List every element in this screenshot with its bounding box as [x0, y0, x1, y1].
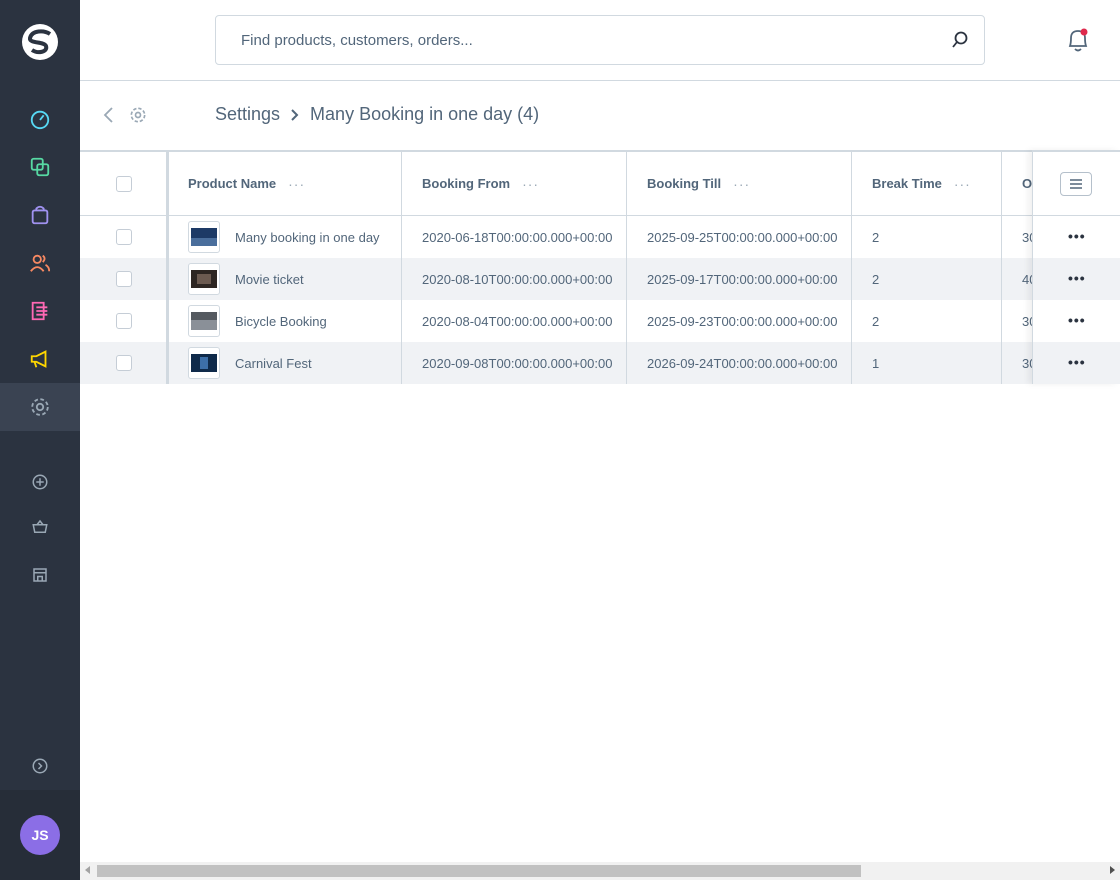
truncated-value: 30 [1022, 313, 1032, 329]
marketing-icon [30, 350, 47, 368]
table-row[interactable]: Carnival Fest 2020-09-08T00:00:00.000+00… [80, 342, 1120, 384]
scroll-left-arrow-icon[interactable] [85, 866, 90, 874]
nav-catalog[interactable] [0, 143, 80, 191]
avatar[interactable]: JS [20, 815, 60, 855]
select-all-checkbox[interactable] [116, 175, 132, 192]
column-divider [1001, 150, 1002, 384]
sidebar: JS [0, 0, 80, 880]
nav-customers[interactable] [0, 239, 80, 287]
column-menu-icon[interactable]: ··· [522, 176, 539, 192]
nav-headless[interactable] [0, 551, 80, 599]
nav-orders[interactable] [0, 191, 80, 239]
truncated-value: 30 [1022, 355, 1032, 371]
nav-dashboard[interactable] [0, 95, 80, 143]
gear-icon [130, 107, 146, 123]
search-input[interactable]: Find products, customers, orders... [215, 15, 985, 65]
truncated-value: 30 [1022, 229, 1032, 245]
product-name[interactable]: Movie ticket [235, 272, 304, 287]
column-divider [626, 150, 627, 384]
sidebar-expand-button[interactable] [0, 742, 80, 790]
column-divider [851, 150, 852, 384]
product-image [191, 270, 217, 288]
booking-till: 2025-09-17T00:00:00.000+00:00 [647, 271, 838, 287]
booking-till: 2026-09-24T00:00:00.000+00:00 [647, 355, 838, 371]
break-time: 1 [872, 355, 880, 371]
scroll-right-arrow-icon[interactable] [1110, 866, 1115, 874]
breadcrumb-parent[interactable]: Settings [215, 104, 280, 125]
booking-till: 2025-09-23T00:00:00.000+00:00 [647, 313, 838, 329]
dashboard-icon [30, 110, 50, 130]
top-bar: Find products, customers, orders... [80, 0, 1120, 81]
column-menu-icon[interactable]: ··· [288, 176, 305, 192]
booking-from: 2020-06-18T00:00:00.000+00:00 [422, 229, 613, 245]
product-name[interactable]: Bicycle Booking [235, 314, 327, 329]
column-header-product-name[interactable]: Product Name ··· [188, 152, 398, 215]
scrollbar-thumb[interactable] [97, 865, 861, 877]
row-checkbox[interactable] [116, 271, 132, 287]
column-header-booking-from[interactable]: Booking From ··· [422, 152, 622, 215]
data-grid: Product Name ··· Booking From ··· Booking … [80, 150, 1120, 384]
actions-column [1032, 150, 1120, 384]
product-image [191, 228, 217, 246]
chevron-right-icon [291, 108, 299, 121]
booking-from: 2020-08-10T00:00:00.000+00:00 [422, 271, 613, 287]
break-time: 2 [872, 313, 880, 329]
product-thumbnail [188, 221, 220, 253]
column-menu-icon[interactable]: ··· [733, 176, 750, 192]
bell-icon[interactable] [1065, 26, 1091, 54]
content-icon [31, 301, 48, 321]
table-row[interactable]: Bicycle Booking 2020-08-04T00:00:00.000+… [80, 300, 1120, 342]
break-time: 2 [872, 271, 880, 287]
settings-icon [31, 398, 49, 416]
column-header-truncated[interactable]: O [1022, 152, 1032, 215]
product-name[interactable]: Carnival Fest [235, 356, 312, 371]
nav-storefront[interactable] [0, 503, 80, 551]
nav-content[interactable] [0, 287, 80, 335]
row-checkbox[interactable] [116, 313, 132, 329]
booking-from: 2020-09-08T00:00:00.000+00:00 [422, 355, 613, 371]
plus-circle-icon [32, 474, 48, 490]
column-menu-icon[interactable]: ··· [954, 176, 971, 192]
store-icon [33, 568, 47, 582]
product-thumbnail [188, 263, 220, 295]
grid-selection-divider [166, 150, 169, 384]
horizontal-scrollbar[interactable] [80, 862, 1120, 880]
row-checkbox[interactable] [116, 229, 132, 245]
orders-icon [31, 205, 49, 225]
product-name[interactable]: Many booking in one day [235, 230, 380, 245]
product-image [191, 354, 217, 372]
page-title: Many Booking in one day (4) [310, 104, 540, 124]
nav-settings[interactable] [0, 383, 80, 431]
customers-icon [30, 254, 51, 272]
nav-add-sales-channel[interactable] [0, 458, 80, 506]
search-placeholder: Find products, customers, orders... [241, 32, 473, 49]
chevron-right-circle-icon [32, 758, 48, 774]
breadcrumb: Settings Many Booking in one day (4) [215, 104, 539, 125]
basket-icon [32, 519, 48, 533]
nav-marketing[interactable] [0, 335, 80, 383]
booking-till: 2025-09-25T00:00:00.000+00:00 [647, 229, 838, 245]
product-thumbnail [188, 305, 220, 337]
product-image [191, 312, 217, 330]
back-arrow-icon[interactable] [100, 105, 118, 125]
column-divider [401, 150, 402, 384]
catalog-icon [30, 157, 50, 177]
product-thumbnail [188, 347, 220, 379]
table-row[interactable]: Many booking in one day 2020-06-18T00:00… [80, 216, 1120, 258]
search-icon[interactable] [950, 30, 970, 50]
break-time: 2 [872, 229, 880, 245]
truncated-value: 40 [1022, 271, 1032, 287]
column-header-booking-till[interactable]: Booking Till ··· [647, 152, 847, 215]
grid-header: Product Name ··· Booking From ··· Booking … [80, 150, 1120, 216]
row-checkbox[interactable] [116, 355, 132, 371]
table-row[interactable]: Movie ticket 2020-08-10T00:00:00.000+00:… [80, 258, 1120, 300]
booking-from: 2020-08-04T00:00:00.000+00:00 [422, 313, 613, 329]
column-header-break-time[interactable]: Break Time ··· [872, 152, 1002, 215]
shopware-logo-icon[interactable] [20, 22, 60, 62]
